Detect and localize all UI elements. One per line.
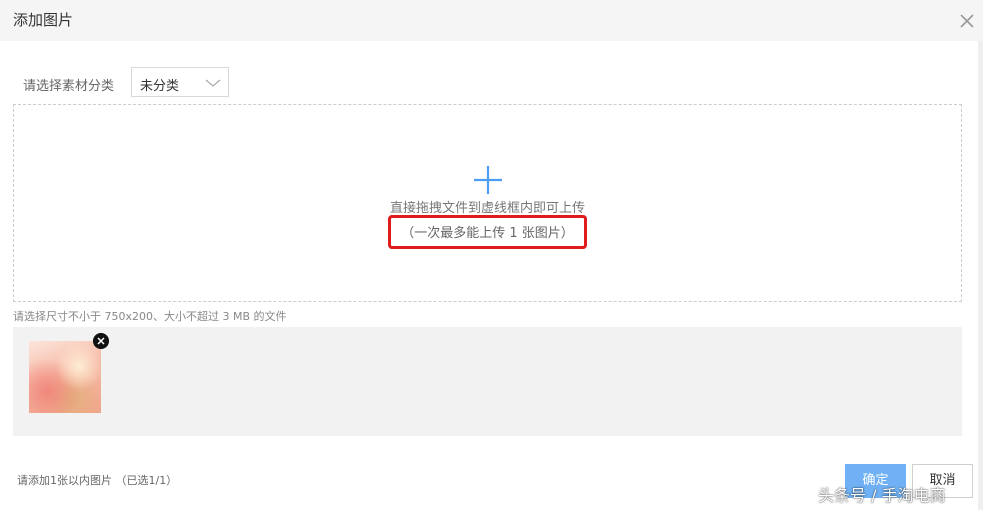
dialog-scrollbar[interactable] bbox=[978, 41, 983, 510]
upload-dropzone[interactable]: 直接拖拽文件到虚线框内即可上传 （一次最多能上传 1 张图片） bbox=[13, 104, 962, 302]
category-label: 请选择素材分类 bbox=[23, 79, 115, 94]
dialog-title: 添加图片 bbox=[13, 11, 74, 29]
close-icon[interactable] bbox=[956, 10, 978, 32]
image-thumbnail[interactable] bbox=[29, 341, 101, 413]
highlight-box bbox=[388, 215, 587, 249]
plus-icon[interactable] bbox=[472, 164, 504, 196]
dialog-header: 添加图片 bbox=[0, 0, 983, 41]
category-selected-value: 未分类 bbox=[140, 79, 180, 94]
category-select[interactable]: 未分类 bbox=[131, 67, 229, 97]
chevron-down-icon bbox=[205, 79, 221, 87]
size-requirement-hint: 请选择尺寸不小于 750x200、大小不超过 3 MB 的文件 bbox=[13, 310, 287, 323]
close-circle-icon[interactable] bbox=[93, 333, 109, 349]
selected-images-area bbox=[13, 327, 962, 436]
selection-status: 请添加1张以内图片 （已选1/1） bbox=[17, 474, 178, 487]
watermark: 头条号 / 手淘电商 bbox=[818, 486, 946, 505]
